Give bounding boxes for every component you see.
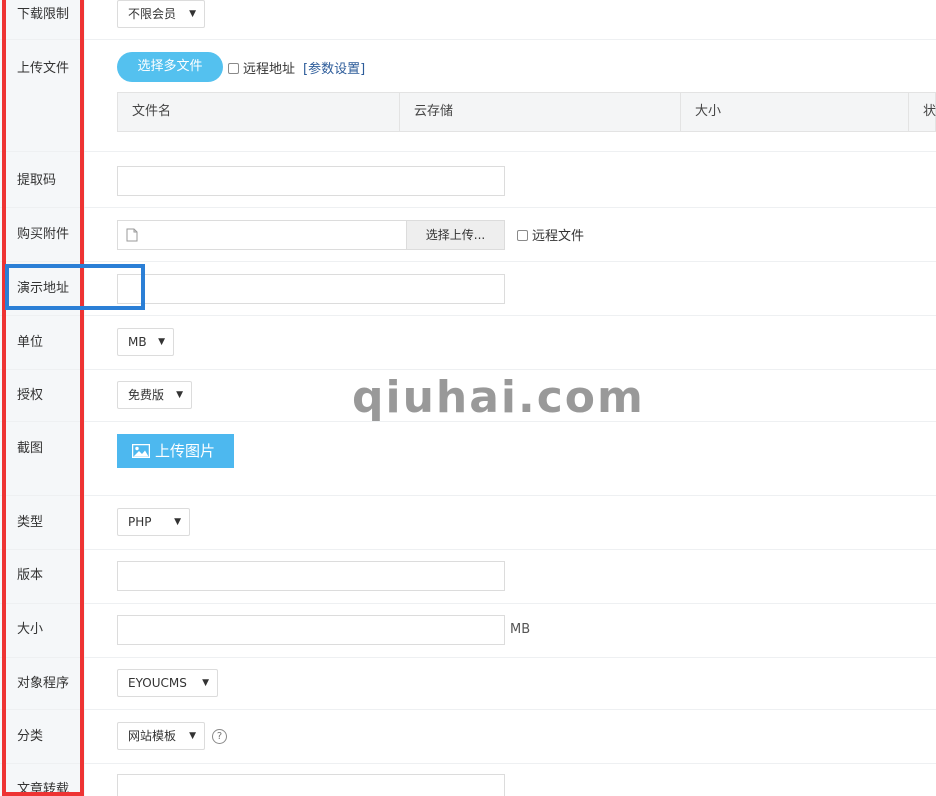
image-icon <box>132 444 150 458</box>
chevron-down-icon: ▼ <box>202 678 209 688</box>
help-icon[interactable]: ? <box>212 729 227 744</box>
row-extract-code: 提取码 <box>0 152 936 208</box>
target-program-select[interactable]: EYOUCMS ▼ <box>117 669 218 697</box>
download-limit-select[interactable]: 不限会员 ▼ <box>117 0 205 28</box>
type-select[interactable]: PHP ▼ <box>117 508 190 536</box>
table-header-cloud-storage: 云存储 <box>400 93 681 131</box>
size-unit-text: MB <box>510 622 531 637</box>
license-select[interactable]: 免费版 ▼ <box>117 381 192 409</box>
category-select[interactable]: 网站模板 ▼ <box>117 722 205 750</box>
table-header-status: 状 <box>923 104 936 119</box>
select-multiple-files-button[interactable]: 选择多文件 <box>117 52 223 82</box>
row-article-repost: 文章转载 <box>0 764 936 796</box>
demo-url-input[interactable] <box>117 274 505 304</box>
chevron-down-icon: ▼ <box>176 390 183 400</box>
checkbox-icon <box>517 230 528 241</box>
upload-image-button[interactable]: 上传图片 <box>117 434 234 468</box>
file-icon <box>126 228 138 242</box>
row-target-program: 对象程序 EYOUCMS ▼ <box>0 658 936 710</box>
remote-file-checkbox[interactable]: 远程文件 <box>517 225 584 244</box>
unit-select[interactable]: MB ▼ <box>117 328 174 356</box>
chevron-down-icon: ▼ <box>174 517 181 527</box>
buy-attachment-file-input[interactable]: 选择上传... <box>117 220 505 250</box>
row-category: 分类 网站模板 ▼ ? <box>0 710 936 764</box>
watermark-text: qiuhai.com <box>352 372 645 423</box>
extract-code-input[interactable] <box>117 166 505 196</box>
chevron-down-icon: ▼ <box>189 9 196 19</box>
row-type: 类型 PHP ▼ <box>0 496 936 550</box>
checkbox-icon <box>228 63 239 74</box>
select-upload-button[interactable]: 选择上传... <box>406 221 504 249</box>
remote-address-checkbox[interactable]: 远程地址 <box>228 58 295 77</box>
chevron-down-icon: ▼ <box>189 731 196 741</box>
annotation-red-box <box>2 0 84 796</box>
row-version: 版本 <box>0 550 936 604</box>
row-size: 大小 MB <box>0 604 936 658</box>
row-screenshot: 截图 上传图片 <box>0 422 936 496</box>
table-header-size: 大小 <box>681 93 909 131</box>
article-repost-input[interactable] <box>117 774 505 796</box>
size-input[interactable] <box>117 615 505 645</box>
chevron-down-icon: ▼ <box>158 337 165 347</box>
annotation-blue-box <box>5 264 145 310</box>
upload-file-table-header: 文件名 云存储 大小 状 <box>117 92 936 132</box>
row-unit: 单位 MB ▼ <box>0 316 936 370</box>
params-settings-link[interactable]: [参数设置] <box>303 58 365 77</box>
version-input[interactable] <box>117 561 505 591</box>
table-header-filename: 文件名 <box>118 93 400 131</box>
row-download-limit: 下载限制 不限会员 ▼ <box>0 0 936 40</box>
